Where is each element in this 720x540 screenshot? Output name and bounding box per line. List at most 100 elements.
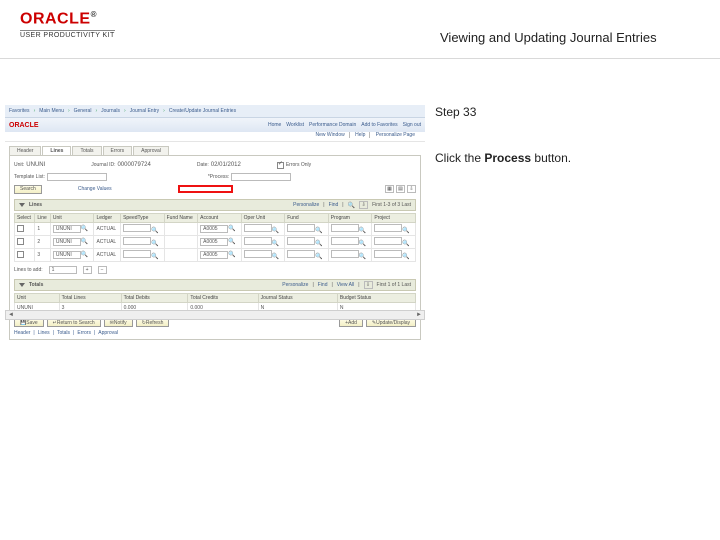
nav-worklist[interactable]: Worklist: [286, 122, 304, 128]
row-select-checkbox[interactable]: [17, 251, 24, 258]
lookup-icon[interactable]: 🔍: [272, 228, 279, 234]
oper-cell[interactable]: [244, 250, 272, 258]
unit-cell[interactable]: UNUNI: [53, 225, 81, 233]
grid-icon[interactable]: ▦: [385, 185, 394, 193]
change-values-link[interactable]: Change Values: [78, 186, 112, 192]
lookup-icon[interactable]: 🔍: [272, 254, 279, 260]
fund-cell[interactable]: [287, 237, 315, 245]
page-tabs: Header Lines Totals Errors Approval: [9, 146, 421, 155]
link-header[interactable]: Header: [14, 330, 30, 336]
personalize-link[interactable]: Personalize Page: [372, 132, 419, 138]
unit-cell[interactable]: UNUNI: [53, 251, 81, 259]
nav-signout[interactable]: Sign out: [403, 122, 421, 128]
speedtype-cell[interactable]: [123, 237, 151, 245]
process-button-highlight[interactable]: [178, 185, 233, 193]
project-cell[interactable]: [374, 224, 402, 232]
speedtype-cell[interactable]: [123, 224, 151, 232]
program-cell[interactable]: [331, 237, 359, 245]
breadcrumb: Favorites› Main Menu› General› Journals›…: [5, 105, 425, 118]
lookup-icon[interactable]: 🔍: [81, 239, 88, 245]
tab-totals[interactable]: Totals: [72, 146, 101, 155]
crumb[interactable]: Create/Update Journal Entries: [169, 108, 236, 114]
oper-cell[interactable]: [244, 237, 272, 245]
program-cell[interactable]: [331, 224, 359, 232]
crumb[interactable]: Journals: [101, 108, 120, 114]
link-totals[interactable]: Totals: [57, 330, 70, 336]
lookup-icon[interactable]: 🔍: [315, 241, 322, 247]
personalize-link[interactable]: Personalize: [282, 282, 308, 288]
new-window-link[interactable]: New Window: [312, 132, 350, 138]
account-cell[interactable]: A0005: [200, 238, 228, 246]
lookup-icon[interactable]: 🔍: [228, 239, 235, 245]
lookup-icon[interactable]: 🔍: [151, 241, 158, 247]
collapse-icon[interactable]: [19, 283, 25, 287]
lookup-icon[interactable]: 🔍: [151, 254, 158, 260]
lookup-icon[interactable]: 🔍: [81, 226, 88, 232]
grid-icon[interactable]: ▤: [396, 185, 405, 193]
lookup-icon[interactable]: 🔍: [359, 241, 366, 247]
crumb[interactable]: Favorites: [9, 108, 30, 114]
project-cell[interactable]: [374, 250, 402, 258]
errors-only-checkbox[interactable]: [277, 162, 284, 169]
viewall-link[interactable]: View All: [337, 282, 354, 288]
row-select-checkbox[interactable]: [17, 225, 24, 232]
lookup-icon[interactable]: 🔍: [81, 252, 88, 258]
find-link[interactable]: Find: [329, 202, 339, 208]
help-link[interactable]: Help: [351, 132, 370, 138]
lookup-icon[interactable]: 🔍: [315, 228, 322, 234]
find-link[interactable]: Find: [318, 282, 328, 288]
row-select-checkbox[interactable]: [17, 238, 24, 245]
scroll-left-icon[interactable]: ◄: [6, 312, 16, 318]
tab-header[interactable]: Header: [9, 146, 41, 155]
personalize-link[interactable]: Personalize: [293, 202, 319, 208]
download-icon[interactable]: ⇩: [364, 281, 373, 289]
download-icon[interactable]: ⇩: [407, 185, 416, 193]
download-icon[interactable]: ⇩: [359, 201, 368, 209]
col-bstatus: Budget Status: [337, 294, 415, 303]
tab-errors[interactable]: Errors: [103, 146, 133, 155]
link-approval[interactable]: Approval: [98, 330, 118, 336]
lookup-icon[interactable]: 🔍: [402, 241, 409, 247]
fund-cell[interactable]: [287, 224, 315, 232]
search-button[interactable]: Search: [14, 185, 42, 194]
lookup-icon[interactable]: 🔍: [359, 254, 366, 260]
tab-lines[interactable]: Lines: [42, 146, 71, 155]
scroll-right-icon[interactable]: ►: [414, 312, 424, 318]
account-cell[interactable]: A0005: [200, 251, 228, 259]
lookup-icon[interactable]: 🔍: [359, 228, 366, 234]
speedtype-cell[interactable]: [123, 250, 151, 258]
unit-cell[interactable]: UNUNI: [53, 238, 81, 246]
collapse-icon[interactable]: [19, 203, 25, 207]
add-row-button[interactable]: +: [83, 266, 92, 274]
step-label: Step 33: [435, 105, 705, 121]
process-select[interactable]: [231, 173, 291, 181]
col-debits: Total Debits: [121, 294, 188, 303]
crumb[interactable]: General: [74, 108, 92, 114]
template-list-input[interactable]: [47, 173, 107, 181]
delete-row-button[interactable]: −: [98, 266, 107, 274]
lookup-icon[interactable]: 🔍: [315, 254, 322, 260]
nav-fav[interactable]: Add to Favorites: [361, 122, 397, 128]
fund-cell[interactable]: [287, 250, 315, 258]
nav-perf[interactable]: Performance Domain: [309, 122, 356, 128]
lines-to-add-input[interactable]: 1: [49, 266, 77, 274]
account-cell[interactable]: A0005: [200, 225, 228, 233]
crumb[interactable]: Journal Entry: [130, 108, 159, 114]
nav-home[interactable]: Home: [268, 122, 281, 128]
link-lines[interactable]: Lines: [38, 330, 50, 336]
zoom-icon[interactable]: 🔍: [348, 202, 355, 209]
project-cell[interactable]: [374, 237, 402, 245]
link-errors[interactable]: Errors: [77, 330, 91, 336]
lookup-icon[interactable]: 🔍: [151, 228, 158, 234]
crumb[interactable]: Main Menu: [39, 108, 64, 114]
lookup-icon[interactable]: 🔍: [228, 226, 235, 232]
oper-cell[interactable]: [244, 224, 272, 232]
lookup-icon[interactable]: 🔍: [228, 252, 235, 258]
tab-approval[interactable]: Approval: [133, 146, 169, 155]
horizontal-scrollbar[interactable]: ◄ ►: [5, 310, 425, 320]
lookup-icon[interactable]: 🔍: [272, 241, 279, 247]
lookup-icon[interactable]: 🔍: [402, 228, 409, 234]
embedded-screenshot: Favorites› Main Menu› General› Journals›…: [5, 105, 425, 320]
program-cell[interactable]: [331, 250, 359, 258]
lookup-icon[interactable]: 🔍: [402, 254, 409, 260]
